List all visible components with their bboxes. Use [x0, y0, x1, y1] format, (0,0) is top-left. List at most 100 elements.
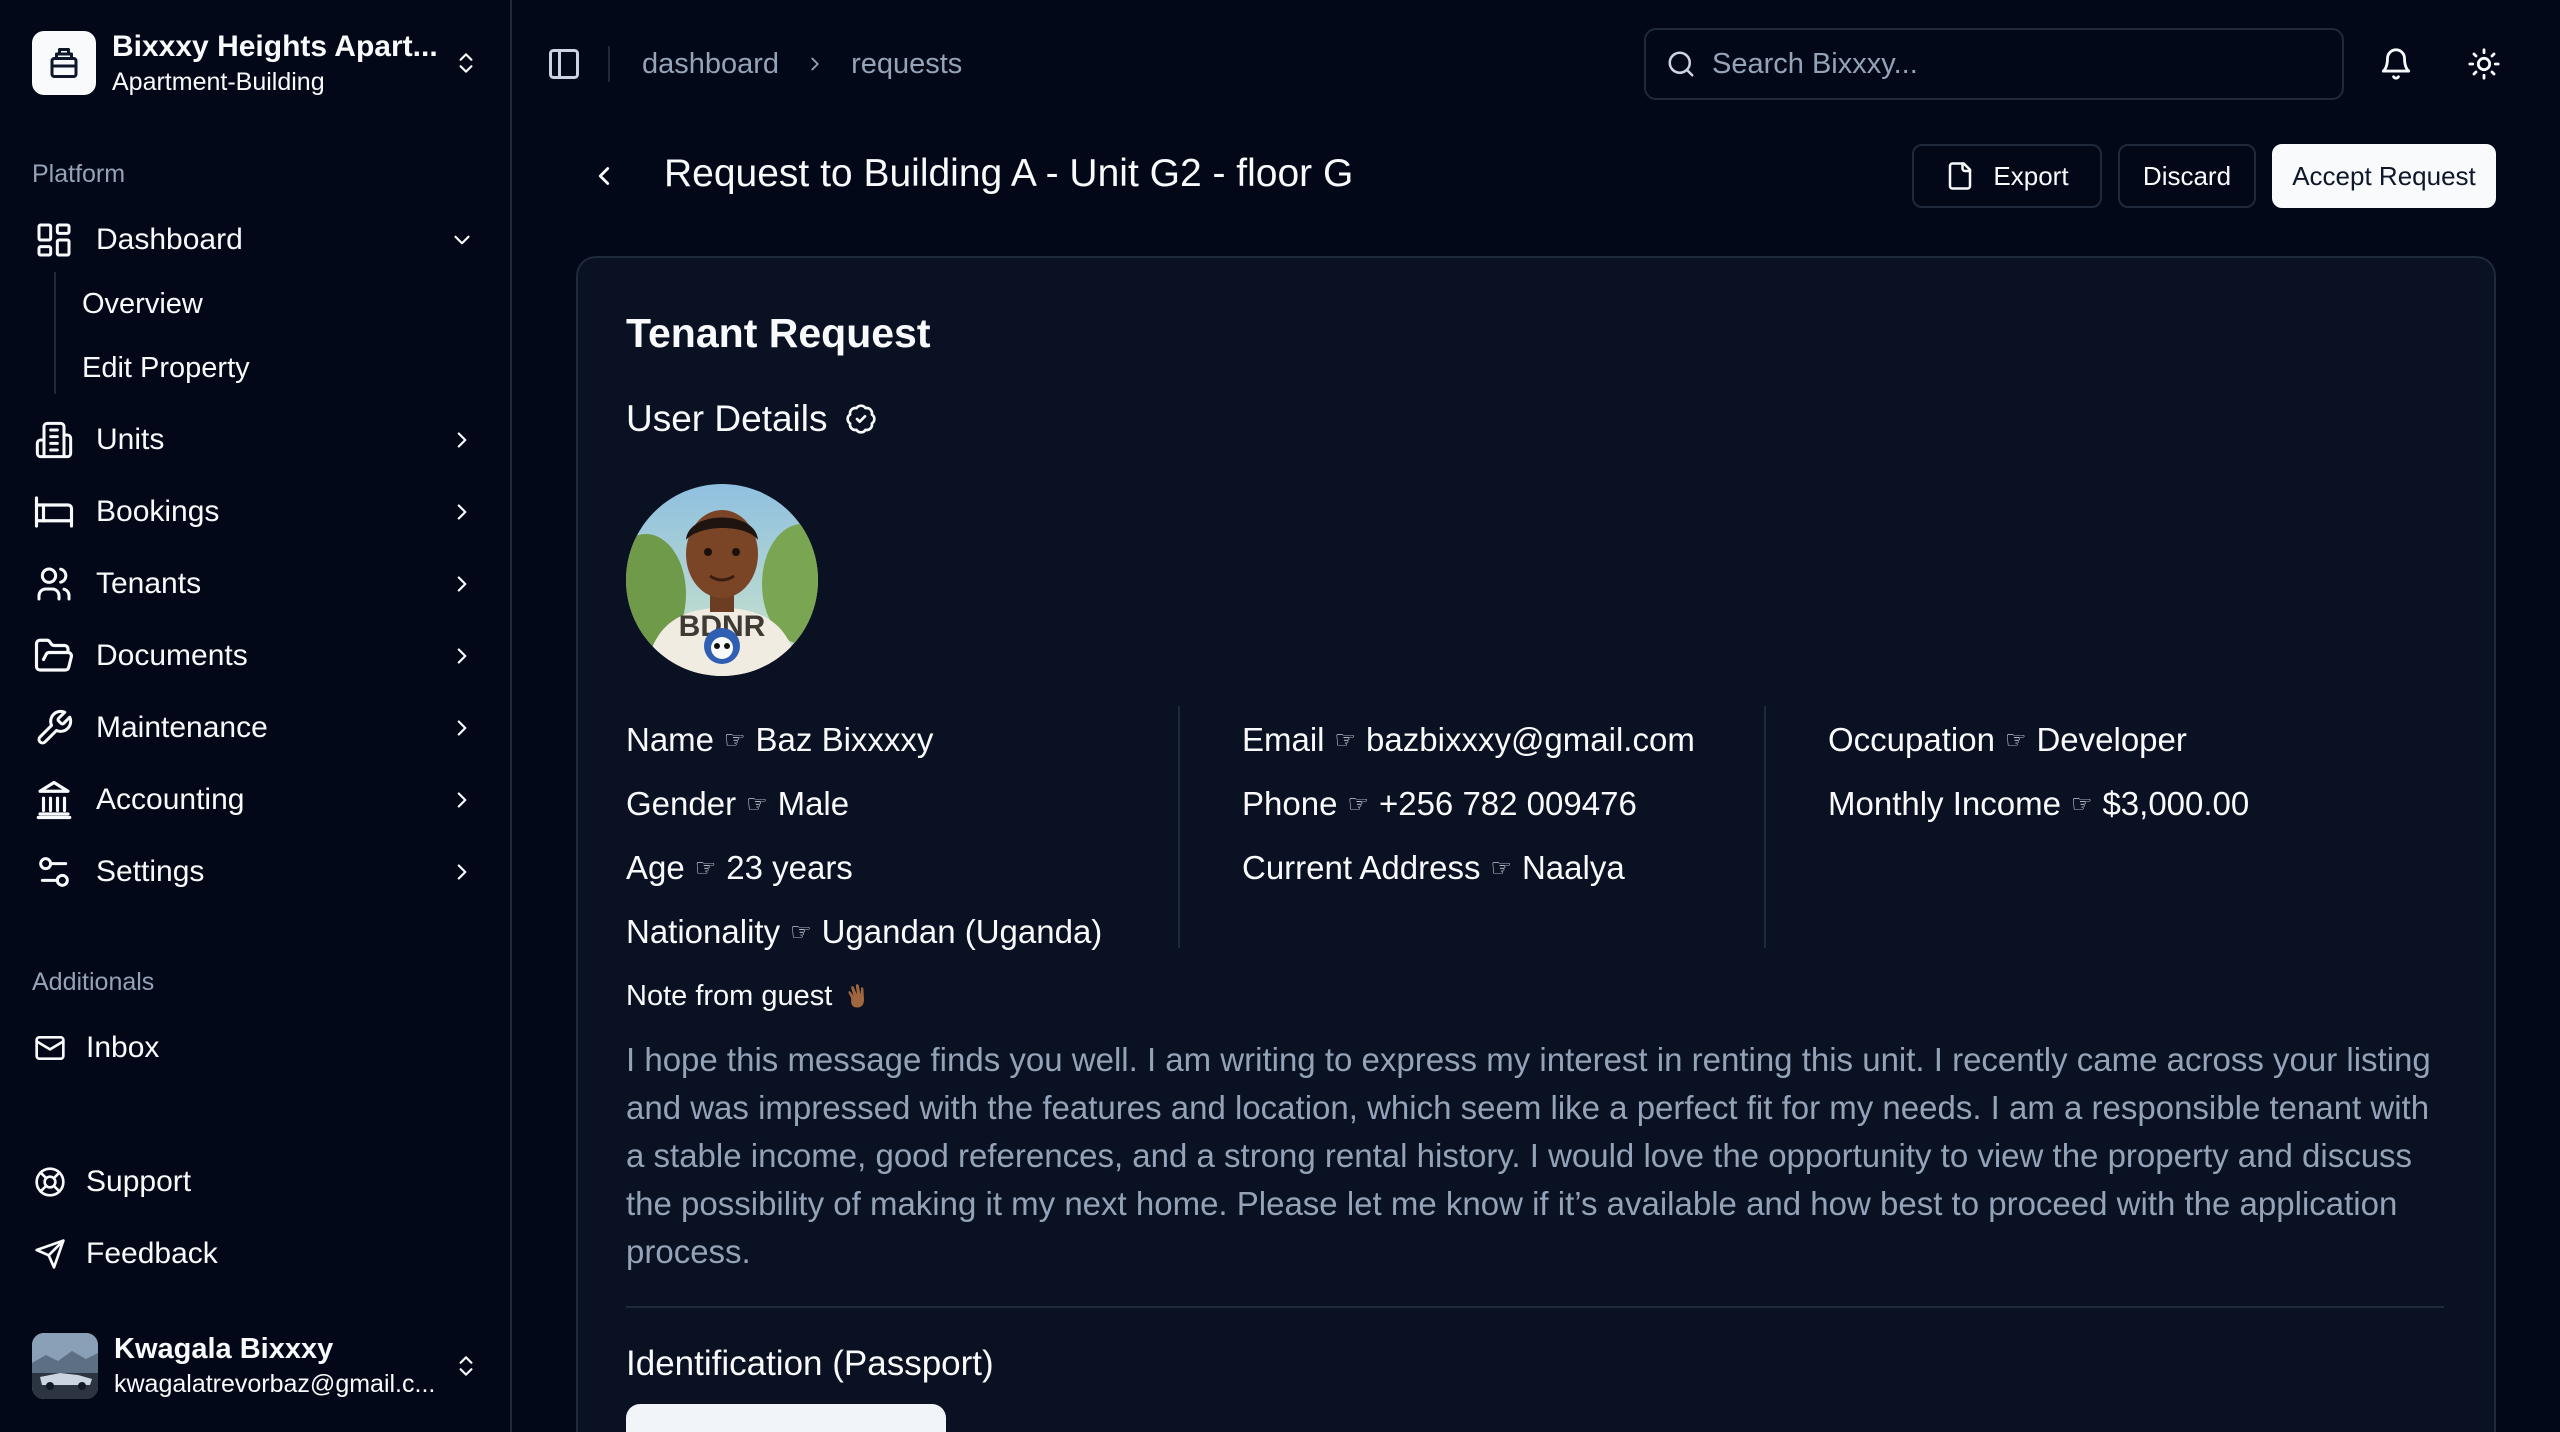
platform-group-label: Platform — [32, 160, 126, 188]
users-icon — [32, 562, 76, 606]
chevron-right-icon — [446, 856, 478, 888]
pointing-hand-icon: ☞ — [1347, 790, 1369, 818]
field-label: Gender — [626, 785, 737, 822]
chevron-right-icon — [446, 424, 478, 456]
chevron-left-icon — [589, 161, 619, 191]
life-buoy-icon — [32, 1164, 68, 1200]
breadcrumb-requests[interactable]: requests — [851, 48, 962, 81]
badge-check-icon — [844, 402, 878, 436]
field-gender: Gender ☞ Male — [626, 772, 1102, 836]
tenant-avatar: BDNR — [626, 484, 818, 676]
field-nationality: Nationality ☞ Ugandan (Uganda) — [626, 900, 1102, 964]
pointing-hand-icon: ☞ — [1490, 854, 1512, 882]
field-label: Name — [626, 721, 715, 758]
pointing-hand-icon: ☞ — [1334, 726, 1357, 754]
chevron-right-icon — [446, 568, 478, 600]
sidebar-item-label: Documents — [96, 639, 248, 672]
field-occupation: Occupation ☞ Developer — [1828, 708, 2249, 772]
sidebar-item-label: Support — [86, 1165, 192, 1198]
sidebar-item-label: Feedback — [86, 1237, 218, 1270]
identification-heading: Identification (Passport) — [626, 1344, 994, 1383]
user-email: kwagalatrevorbaz@gmail.c... — [114, 1370, 436, 1398]
sidebar-item-inbox[interactable]: Inbox — [20, 1018, 492, 1078]
sidebar-item-accounting[interactable]: Accounting — [20, 768, 492, 832]
additionals-group-label: Additionals — [32, 968, 155, 996]
user-menu[interactable]: Kwagala Bixxxy kwagalatrevorbaz@gmail.c.… — [20, 1320, 492, 1412]
folder-open-icon — [32, 634, 76, 678]
mail-icon — [32, 1030, 68, 1066]
sidebar-item-maintenance[interactable]: Maintenance — [20, 696, 492, 760]
building-icon — [32, 418, 76, 462]
field-label: Email — [1242, 721, 1325, 758]
field-label: Age — [626, 849, 685, 886]
field-current-address: Current Address ☞ Naalya — [1242, 836, 1695, 900]
sidebar-item-bookings[interactable]: Bookings — [20, 480, 492, 544]
sidebar-subitem-edit-property[interactable]: Edit Property — [70, 340, 490, 396]
section-divider — [626, 1306, 2444, 1308]
sidebar-item-support[interactable]: Support — [20, 1152, 492, 1212]
note-text: I hope this message finds you well. I am… — [626, 1041, 2431, 1270]
sidebar-item-documents[interactable]: Documents — [20, 624, 492, 688]
back-button[interactable] — [586, 158, 622, 194]
sidebar-item-units[interactable]: Units — [20, 408, 492, 472]
user-details-heading: User Details — [626, 398, 878, 440]
field-phone: Phone ☞ +256 782 009476 — [1242, 772, 1695, 836]
file-icon — [1945, 161, 1975, 191]
field-name: Name ☞ Baz Bixxxxy — [626, 708, 1102, 772]
field-value: $3,000.00 — [2102, 785, 2250, 822]
pointing-hand-icon: ☞ — [746, 790, 768, 818]
chevron-right-icon — [446, 496, 478, 528]
field-value: bazbixxxy@gmail.com — [1366, 721, 1695, 758]
sidebar-item-label: Inbox — [86, 1031, 160, 1064]
chevron-right-icon — [446, 640, 478, 672]
avatar — [32, 1333, 98, 1399]
waving-hand-icon — [842, 982, 872, 1012]
breadcrumb-dashboard[interactable]: dashboard — [642, 48, 779, 81]
search-input[interactable] — [1712, 47, 2312, 81]
sun-icon[interactable] — [2464, 44, 2504, 84]
field-value: Male — [777, 785, 850, 822]
bell-icon[interactable] — [2376, 44, 2416, 84]
sidebar-item-label: Settings — [96, 855, 205, 888]
chevron-right-icon — [446, 784, 478, 816]
sidebar-item-tenants[interactable]: Tenants — [20, 552, 492, 616]
field-monthly-income: Monthly Income ☞ $3,000.00 — [1828, 772, 2249, 836]
export-button[interactable]: Export — [1912, 144, 2102, 208]
sidebar-item-settings[interactable]: Settings — [20, 840, 492, 904]
sidebar: Bixxxy Heights Apart... Apartment-Buildi… — [0, 0, 512, 1432]
accept-request-button[interactable]: Accept Request — [2272, 144, 2496, 208]
export-button-label: Export — [1993, 160, 2069, 191]
field-label: Nationality — [626, 913, 781, 950]
workspace-switcher[interactable]: Bixxxy Heights Apart... Apartment-Buildi… — [20, 18, 492, 108]
field-label: Monthly Income — [1828, 785, 2061, 822]
note-label: Note from guest — [626, 980, 833, 1012]
user-name: Kwagala Bixxxy — [114, 1333, 334, 1365]
user-details-label: User Details — [626, 398, 828, 439]
field-age: Age ☞ 23 years — [626, 836, 1102, 900]
sidebar-item-label: Dashboard — [96, 223, 243, 256]
field-value: Baz Bixxxxy — [755, 721, 934, 758]
sidebar-item-dashboard[interactable]: Dashboard — [20, 208, 492, 272]
accept-request-button-label: Accept Request — [2292, 160, 2476, 191]
sidebar-item-feedback[interactable]: Feedback — [20, 1224, 492, 1284]
card-title: Tenant Request — [626, 310, 931, 356]
workspace-name: Bixxxy Heights Apart... — [112, 29, 438, 63]
wrench-icon — [32, 706, 76, 750]
search-box[interactable] — [1644, 28, 2344, 100]
sidebar-toggle-icon[interactable] — [540, 44, 588, 84]
column-divider — [1764, 706, 1766, 948]
topbar-divider — [608, 46, 610, 82]
chevrons-up-down-icon — [446, 43, 486, 83]
search-icon — [1664, 47, 1698, 81]
field-label: Occupation — [1828, 721, 1995, 758]
column-divider — [1178, 706, 1180, 948]
landmark-icon — [32, 778, 76, 822]
sidebar-item-label: Bookings — [96, 495, 220, 528]
field-value: Developer — [2036, 721, 2187, 758]
tenant-request-card: Tenant Request User Details BDNR Name ☞ … — [576, 256, 2496, 1432]
sidebar-item-label: Maintenance — [96, 711, 268, 744]
discard-button[interactable]: Discard — [2118, 144, 2256, 208]
passport-document-preview[interactable] — [626, 1404, 946, 1432]
sidebar-subitem-overview[interactable]: Overview — [70, 276, 490, 332]
details-column-employment: Occupation ☞ Developer Monthly Income ☞ $3,0… — [1828, 708, 2249, 836]
